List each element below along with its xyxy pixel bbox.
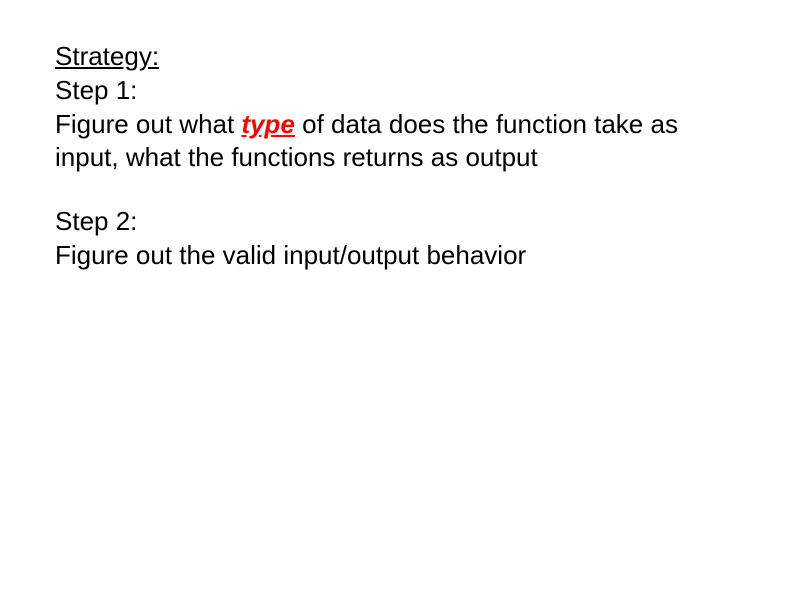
step1-label: Step 1: (55, 74, 739, 108)
step1-text-before: Figure out what (55, 109, 241, 139)
type-word: type (241, 109, 294, 139)
step2-block: Step 2: Figure out the valid input/outpu… (55, 205, 739, 273)
step2-label: Step 2: (55, 205, 739, 239)
step2-text: Figure out the valid input/output behavi… (55, 239, 739, 273)
strategy-heading: Strategy: (55, 40, 739, 74)
step1-text: Figure out what type of data does the fu… (55, 108, 739, 176)
step1-block: Strategy: Step 1: Figure out what type o… (55, 40, 739, 175)
